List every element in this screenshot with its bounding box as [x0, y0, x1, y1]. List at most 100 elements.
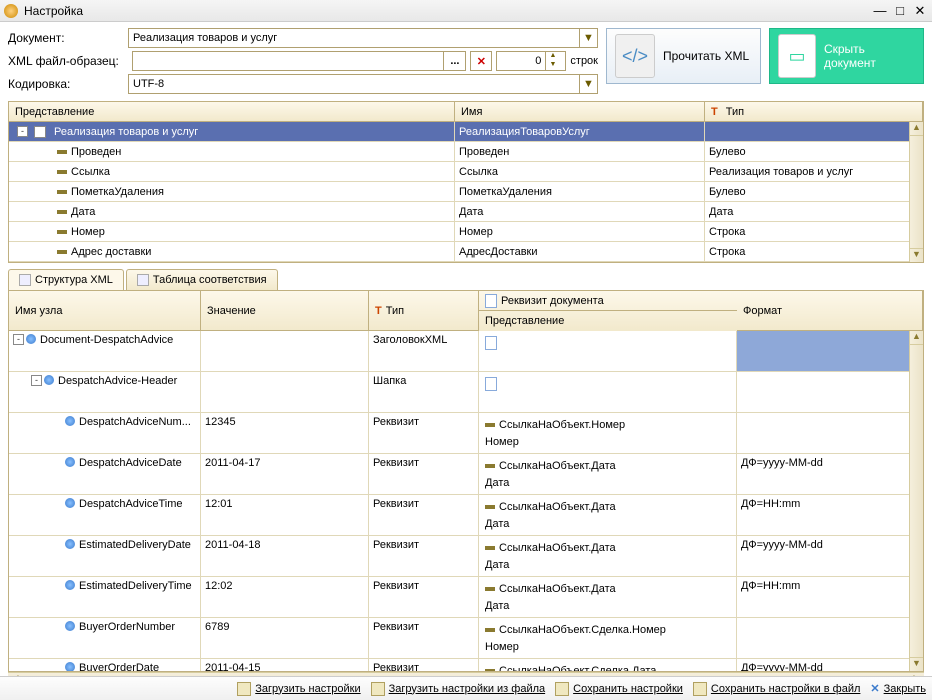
xml-row[interactable]: BuyerOrderDate2011-04-15РеквизитСсылкаНа…	[9, 659, 923, 671]
tab-xml-structure[interactable]: Структура XML	[8, 269, 124, 290]
cell-requisite: СсылкаНаОбъект.ДатаДата	[479, 495, 737, 535]
cell-text: Проведен	[71, 146, 121, 158]
cell-value: 6789	[201, 618, 369, 658]
table-row[interactable]: СсылкаСсылкаРеализация товаров и услуг	[9, 162, 923, 182]
lines-value: 0	[535, 55, 541, 67]
col-nodename[interactable]: Имя узла	[9, 291, 201, 331]
table-row[interactable]: ПометкаУдаленияПометкаУдаленияБулево	[9, 182, 923, 202]
table-row[interactable]: Адрес доставкиАдресДоставкиСтрока	[9, 242, 923, 262]
node-name: BuyerOrderDate	[79, 662, 159, 671]
cell-requisite: СсылкаНаОбъект.Сделка.ДатаДата	[479, 659, 737, 671]
read-xml-label: Прочитать XML	[663, 49, 749, 63]
node-name: DespatchAdviceTime	[79, 498, 183, 510]
save-settings-button[interactable]: Сохранить настройки	[555, 682, 683, 696]
xml-table: Имя узла Значение TТип Реквизит документ…	[8, 290, 924, 672]
cell-text: РеализацияТоваровУслуг	[455, 122, 705, 141]
col-name[interactable]: Имя	[455, 102, 705, 121]
lines-input[interactable]: 0 ▲▼	[496, 51, 566, 71]
expander-icon[interactable]: -	[17, 126, 28, 137]
doc-icon: ▭	[778, 34, 816, 78]
cell-requisite: СсылкаНаОбъект.Сделка.НомерНомер	[479, 618, 737, 658]
cell-text: Ссылка	[71, 166, 110, 178]
cell-value: 2011-04-18	[201, 536, 369, 576]
cell-format: ДФ=yyyy-MM-dd	[737, 536, 923, 576]
spin-down-icon[interactable]: ▼	[546, 61, 559, 70]
cell-text: Реализация товаров и услуг	[54, 126, 198, 138]
load-settings-button[interactable]: Загрузить настройки	[237, 682, 360, 696]
cell-text: Строка	[705, 222, 923, 241]
cell-text: Адрес доставки	[71, 246, 151, 258]
xml-row[interactable]: -Document-DespatchAdviceЗаголовокXML	[9, 331, 923, 372]
lines-label: строк	[570, 55, 598, 67]
close-button[interactable]: ✕	[912, 3, 928, 19]
xml-row[interactable]: BuyerOrderNumber 6789РеквизитСсылкаНаОбъе…	[9, 618, 923, 659]
col-value[interactable]: Значение	[201, 291, 369, 331]
xml-row[interactable]: EstimatedDeliveryTime12:02РеквизитСсылка…	[9, 577, 923, 618]
tab-mapping-table[interactable]: Таблица соответствия	[126, 269, 278, 290]
col-format[interactable]: Формат	[737, 291, 923, 331]
save-to-file-button[interactable]: Сохранить настройки в файл	[693, 682, 860, 696]
col-requisite[interactable]: Реквизит документа Представление	[479, 291, 737, 331]
cell-requisite: СсылкаНаОбъект.НомерНомер	[479, 413, 737, 453]
cell-type: Реквизит	[369, 577, 479, 617]
save-icon	[555, 682, 569, 696]
table-row[interactable]: ПроведенПроведенБулево	[9, 142, 923, 162]
cell-text: ПометкаУдаления	[455, 182, 705, 201]
expander-icon[interactable]: -	[31, 375, 42, 386]
xml-row[interactable]: DespatchAdviceDate2011-04-17РеквизитСсыл…	[9, 454, 923, 495]
hide-doc-button[interactable]: ▭ Скрыть документ	[769, 28, 924, 84]
xml-scrollbar[interactable]: ▲▼	[909, 331, 923, 671]
table-row[interactable]: - Реализация товаров и услуг РеализацияТов…	[9, 122, 923, 142]
node-name: Document-DespatchAdvice	[40, 334, 173, 346]
browse-button[interactable]: ...	[443, 52, 465, 70]
xml-tbody: -Document-DespatchAdviceЗаголовокXML-Des…	[9, 331, 923, 671]
col-type[interactable]: TТип	[705, 102, 923, 121]
table-row[interactable]: НомерНомерСтрока	[9, 222, 923, 242]
tab-icon	[19, 274, 31, 286]
attr-icon	[485, 423, 495, 427]
load-from-file-button[interactable]: Загрузить настройки из файла	[371, 682, 546, 696]
spin-up-icon[interactable]: ▲	[546, 52, 559, 61]
document-combo[interactable]: Реализация товаров и услуг ▼	[128, 28, 598, 48]
cell-text: Проведен	[455, 142, 705, 161]
col-representation[interactable]: Представление	[9, 102, 455, 121]
top-scrollbar[interactable]: ▲▼	[909, 122, 923, 262]
minimize-button[interactable]: —	[872, 3, 888, 18]
cell-type: Реквизит	[369, 659, 479, 671]
doc-icon	[485, 294, 497, 308]
xml-row[interactable]: DespatchAdviceTime12:01РеквизитСсылкаНаО…	[9, 495, 923, 536]
dropdown-icon[interactable]: ▼	[579, 29, 597, 47]
cell-value	[201, 331, 369, 371]
cell-requisite: СсылкаНаОбъект.ДатаДата	[479, 577, 737, 617]
cell-text: Дата	[705, 202, 923, 221]
load-icon	[237, 682, 251, 696]
cell-text	[705, 122, 923, 141]
cell-format	[737, 372, 923, 412]
cell-type: Реквизит	[369, 454, 479, 494]
node-icon	[65, 662, 75, 671]
titlebar: Настройка — □ ✕	[0, 0, 932, 22]
close-footer-button[interactable]: ✕Закрыть	[870, 682, 926, 695]
maximize-button[interactable]: □	[892, 3, 908, 18]
attr-icon	[485, 669, 495, 672]
read-xml-button[interactable]: </> Прочитать XML	[606, 28, 761, 84]
node-name: DespatchAdviceDate	[79, 457, 182, 469]
checkbox[interactable]	[34, 126, 46, 138]
col-type[interactable]: TТип	[369, 291, 479, 331]
xmlfile-input[interactable]: ...	[132, 51, 466, 71]
cell-type: Реквизит	[369, 618, 479, 658]
encoding-combo[interactable]: UTF-8 ▼	[128, 74, 598, 94]
expander-icon[interactable]: -	[13, 334, 24, 345]
attr-icon	[485, 464, 495, 468]
xml-row[interactable]: DespatchAdviceNum...12345РеквизитСсылкаН…	[9, 413, 923, 454]
table-row[interactable]: ДатаДатаДата	[9, 202, 923, 222]
cell-type: Реквизит	[369, 413, 479, 453]
node-name: BuyerOrderNumber	[79, 621, 175, 633]
xml-row[interactable]: -DespatchAdvice-HeaderШапка	[9, 372, 923, 413]
clear-button[interactable]: ✕	[470, 51, 492, 71]
type-icon: T	[375, 305, 382, 317]
attr-icon	[57, 150, 67, 154]
node-name: EstimatedDeliveryTime	[79, 580, 192, 592]
xml-row[interactable]: EstimatedDeliveryDate2011-04-18РеквизитС…	[9, 536, 923, 577]
dropdown-icon[interactable]: ▼	[579, 75, 597, 93]
